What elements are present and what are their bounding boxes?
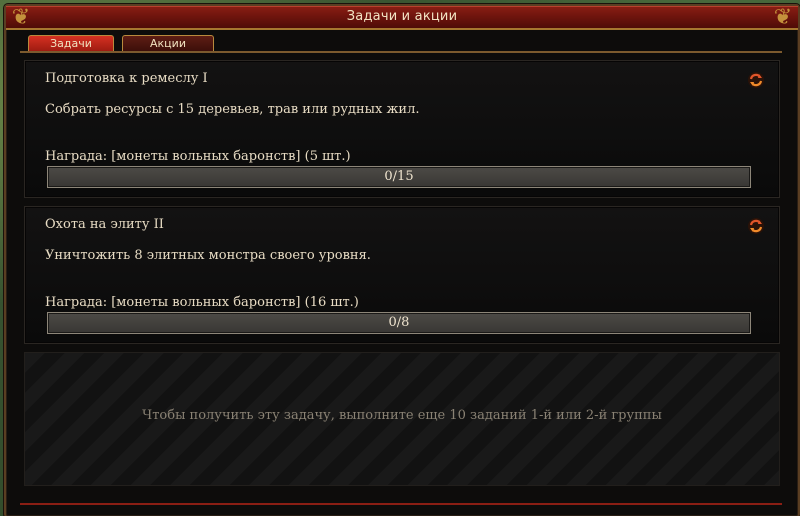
bottom-divider: [20, 503, 782, 505]
game-background: ❦ Задачи и акции ❦ Задачи Акции Подготов…: [0, 0, 800, 516]
locked-task-panel: Чтобы получить эту задачу, выполните еще…: [24, 352, 780, 486]
refresh-icon[interactable]: [747, 71, 765, 89]
refresh-icon[interactable]: [747, 217, 765, 235]
task-reward: Награда: [монеты вольных баронств] (5 шт…: [45, 149, 351, 164]
task-description: Собрать ресурсы с 15 деревьев, трав или …: [45, 102, 420, 117]
task-title: Подготовка к ремеслу I: [45, 71, 208, 86]
ornament-right-icon: ❦: [773, 5, 793, 30]
tab-promotions[interactable]: Акции: [122, 35, 214, 52]
progress-text: 0/8: [388, 315, 410, 330]
progress-text: 0/15: [384, 169, 414, 184]
task-title: Охота на элиту II: [45, 217, 164, 232]
progress-bar: 0/8: [47, 312, 751, 334]
task-reward: Награда: [монеты вольных баронств] (16 ш…: [45, 295, 359, 310]
progress-bar: 0/15: [47, 166, 751, 188]
window-title: Задачи и акции: [346, 9, 458, 24]
title-bar[interactable]: ❦ Задачи и акции ❦: [6, 5, 798, 30]
tasks-window: ❦ Задачи и акции ❦ Задачи Акции Подготов…: [4, 4, 800, 516]
task-description: Уничтожить 8 элитных монстра своего уров…: [45, 248, 371, 263]
task-card: Охота на элиту II Уничтожить 8 элитных м…: [24, 206, 780, 344]
task-card: Подготовка к ремеслу I Собрать ресурсы с…: [24, 60, 780, 198]
tab-tasks[interactable]: Задачи: [28, 35, 114, 52]
locked-task-message: Чтобы получить эту задачу, выполните еще…: [142, 408, 662, 423]
tab-divider: [20, 51, 782, 53]
